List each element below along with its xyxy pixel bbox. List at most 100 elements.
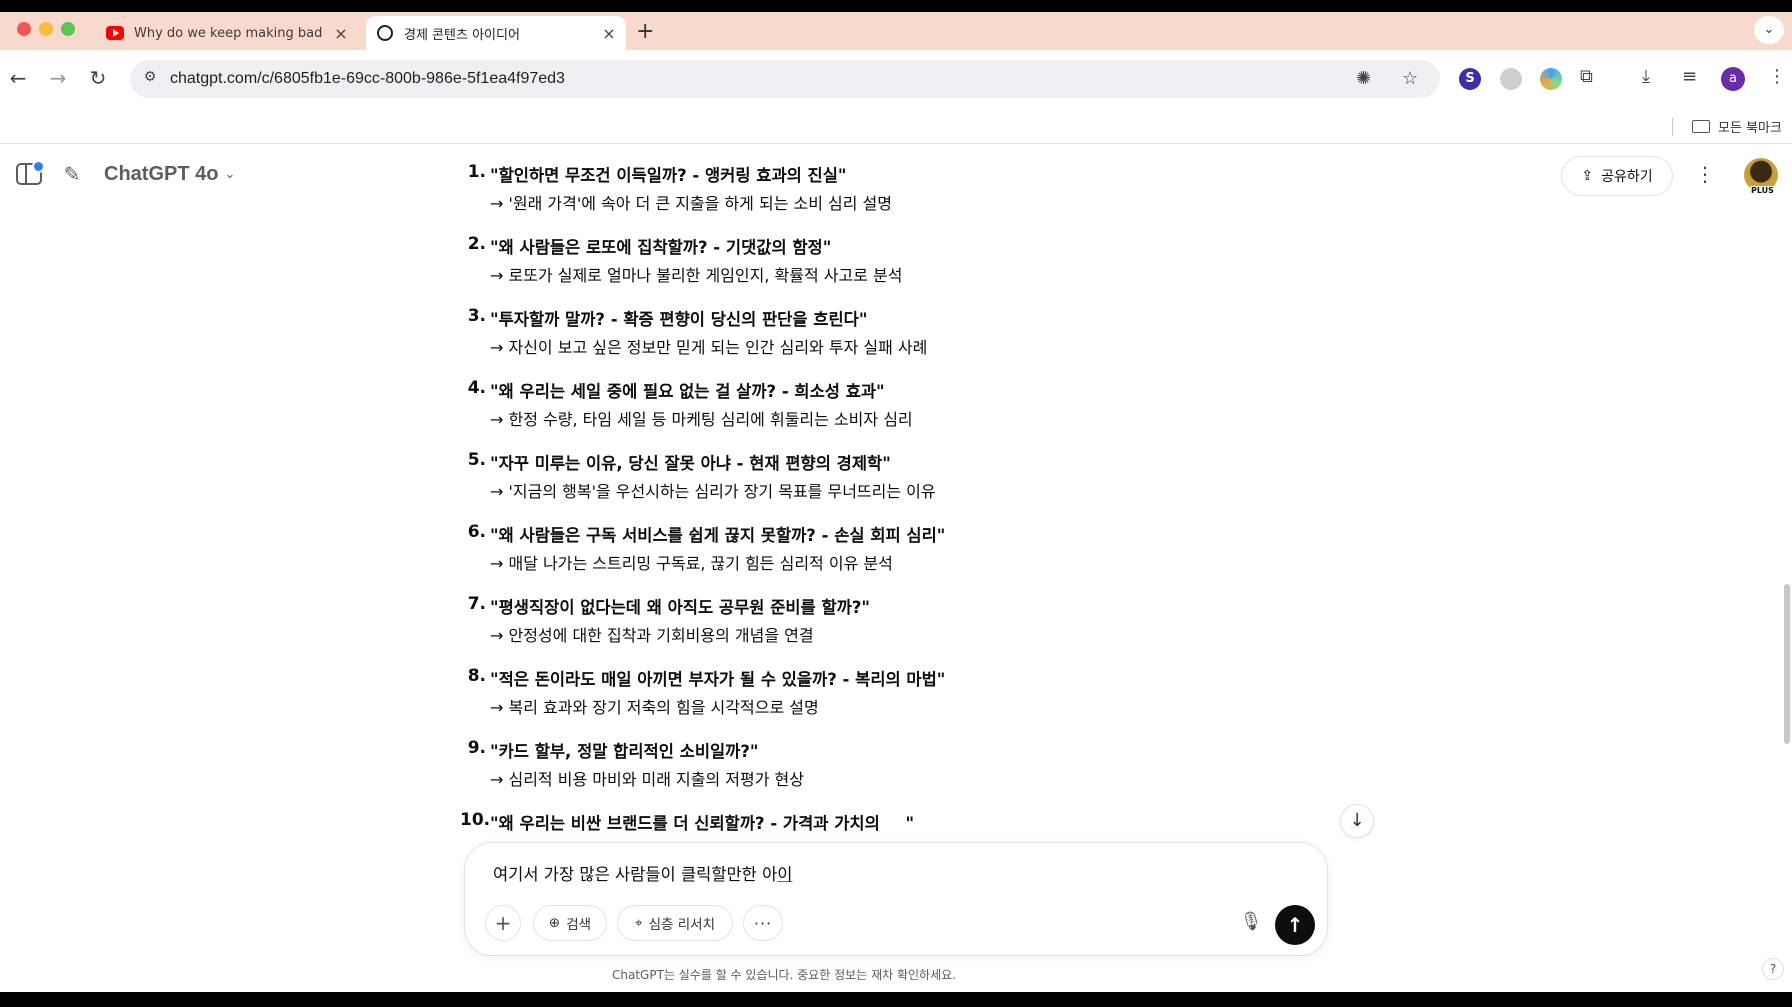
- header-left: ✎ ChatGPT 4o ⌄: [16, 160, 235, 186]
- message-composer[interactable]: 여기서 가장 많은 사람들이 클릭할만한 아이 + ⊕ 검색 ⌖ 심층 리서치 …: [464, 842, 1328, 956]
- share-label: 공유하기: [1601, 169, 1653, 185]
- item-title: "왜 우리는 비싼 브랜드를 더 신뢰할까? - 가격과 가치의 ": [490, 810, 914, 834]
- window-maximize-button[interactable]: [61, 22, 75, 36]
- extension-color-icon[interactable]: [1540, 68, 1562, 90]
- download-icon[interactable]: ⤓: [1642, 66, 1650, 87]
- item-description: → 안정성에 대한 집착과 기회비용의 개념을 연결: [490, 626, 814, 645]
- telescope-icon: ⌖: [634, 915, 643, 931]
- tab-youtube[interactable]: Why do we keep making bad ×: [96, 16, 358, 50]
- item-number: 2.: [467, 234, 486, 254]
- item-description: → 복리 효과와 장기 저축의 힘을 시각적으로 설명: [490, 698, 819, 717]
- bookmarks-divider: [1672, 118, 1673, 136]
- openai-icon[interactable]: ✺: [1356, 68, 1371, 89]
- browser-menu-icon[interactable]: ⋮: [1768, 66, 1786, 87]
- item-title: "평생직장이 없다는데 왜 아직도 공무원 준비를 할까?": [490, 598, 871, 617]
- item-title: "적은 돈이라도 매일 아끼면 부자가 될 수 있을까? - 복리의 마법": [490, 670, 946, 689]
- item-number: 10.: [460, 810, 491, 830]
- bookmark-folder-label: 모든 북마크: [1718, 121, 1782, 136]
- item-number: 3.: [467, 306, 486, 326]
- item-title: "왜 사람들은 로또에 집착할까? - 기댓값의 함정": [490, 238, 832, 257]
- globe-icon: ⊕: [548, 915, 561, 931]
- prompt-input[interactable]: 여기서 가장 많은 사람들이 클릭할만한 아이: [493, 861, 792, 885]
- search-button[interactable]: ⊕ 검색: [533, 905, 607, 941]
- item-number: 9.: [467, 738, 486, 758]
- microphone-icon[interactable]: 🎙: [1239, 911, 1263, 932]
- item-number: 6.: [467, 522, 486, 542]
- tab-search-chevron-icon[interactable]: ⌄: [1754, 16, 1784, 44]
- window-minimize-button[interactable]: [39, 22, 53, 36]
- scrollbar[interactable]: [1784, 584, 1790, 744]
- site-settings-icon[interactable]: ⚙: [140, 69, 160, 89]
- item-description: → 자신이 보고 싶은 정보만 믿게 되는 인간 심리와 투자 실패 사례: [490, 338, 928, 357]
- item-number: 4.: [467, 378, 486, 398]
- tab-title: Why do we keep making bad: [134, 25, 323, 41]
- extension-s-icon[interactable]: S: [1459, 68, 1481, 90]
- item-title: "왜 사람들은 구독 서비스를 쉽게 끊지 못할까? - 손실 회피 심리": [490, 526, 946, 545]
- share-icon: ⇪: [1581, 168, 1594, 184]
- item-title: "카드 할부, 정말 합리적인 소비일까?": [490, 742, 759, 761]
- tab-bar: Why do we keep making bad × 경제 콘텐츠 아이디어 …: [0, 12, 1792, 50]
- chatgpt-icon: [376, 25, 394, 41]
- chevron-down-icon[interactable]: ⌄: [224, 167, 235, 182]
- plan-badge: PLUS: [1749, 186, 1776, 195]
- browser-toolbar: ← → ↻ ⚙ chatgpt.com/c/6805fb1e-69cc-800b…: [0, 50, 1792, 108]
- item-number: 7.: [467, 594, 486, 614]
- search-label: 검색: [566, 917, 592, 933]
- arrow-up-icon: ↑: [1286, 913, 1304, 937]
- deep-research-button[interactable]: ⌖ 심층 리서치: [617, 905, 733, 941]
- disclaimer-text: ChatGPT는 실수를 할 수 있습니다. 중요한 정보는 재차 확인하세요.: [612, 968, 956, 982]
- item-number: 8.: [467, 666, 486, 686]
- chatgpt-page: ✎ ChatGPT 4o ⌄ ⇪ 공유하기 ⋮ PLUS 1. "할인하면 무조…: [0, 144, 1792, 992]
- item-title: "자꾸 미루는 이유, 당신 잘못 아냐 - 현재 편향의 경제학": [490, 454, 891, 473]
- item-title-tail: ": [905, 814, 915, 833]
- item-description: → 매달 나가는 스트리밍 구독료, 끊기 힘든 심리적 이유 분석: [490, 554, 893, 573]
- help-icon[interactable]: ?: [1762, 958, 1784, 980]
- item-description: → '지금의 행복'을 우선시하는 심리가 장기 목표를 무너뜨리는 이유: [490, 482, 936, 501]
- bookmark-star-icon[interactable]: ☆: [1402, 68, 1418, 89]
- item-description: → 로또가 실제로 얼마나 불리한 게임인지, 확률적 사고로 분석: [490, 266, 903, 285]
- more-options-icon[interactable]: ⋮: [1695, 162, 1715, 186]
- model-selector[interactable]: ChatGPT 4o: [104, 163, 218, 186]
- youtube-icon: [106, 26, 124, 40]
- tab-close-icon[interactable]: ×: [330, 24, 352, 43]
- media-controls-icon[interactable]: ≡: [1682, 66, 1697, 87]
- ellipsis-icon: ···: [753, 913, 773, 933]
- reload-icon[interactable]: ↻: [86, 66, 110, 90]
- extension-play-icon[interactable]: [1500, 68, 1522, 90]
- item-description: → 한정 수량, 타임 세일 등 마케팅 심리에 휘둘리는 소비자 심리: [490, 410, 913, 429]
- url-text[interactable]: chatgpt.com/c/6805fb1e-69cc-800b-986e-5f…: [170, 70, 565, 88]
- sidebar-toggle-icon[interactable]: [16, 160, 45, 185]
- address-bar[interactable]: ⚙ chatgpt.com/c/6805fb1e-69cc-800b-986e-…: [130, 60, 1440, 98]
- research-label: 심층 리서치: [648, 917, 715, 933]
- profile-avatar[interactable]: a: [1721, 67, 1745, 91]
- scroll-to-bottom-button[interactable]: ↓: [1340, 804, 1374, 838]
- all-bookmarks-folder[interactable]: 모든 북마크: [1692, 117, 1782, 136]
- tab-close-icon[interactable]: ×: [598, 24, 620, 43]
- new-tab-button[interactable]: +: [636, 20, 654, 44]
- back-arrow-icon[interactable]: ←: [6, 66, 30, 90]
- tab-title: 경제 콘텐츠 아이디어: [404, 27, 520, 43]
- item-description: → '원래 가격'에 속아 더 큰 지출을 하게 되는 소비 심리 설명: [490, 194, 892, 213]
- attach-button[interactable]: +: [485, 905, 521, 941]
- window-close-button[interactable]: [17, 22, 31, 36]
- item-description: → 심리적 비용 마비와 미래 지출의 저평가 현상: [490, 770, 804, 789]
- item-title-text: "왜 우리는 비싼 브랜드를 더 신뢰할까? - 가격과 가치의: [490, 814, 886, 833]
- forward-arrow-icon[interactable]: →: [46, 66, 70, 90]
- folder-icon: [1692, 120, 1710, 133]
- send-button[interactable]: ↑: [1275, 905, 1315, 945]
- prompt-composing-text: 이: [777, 865, 793, 884]
- arrow-down-icon: ↓: [1349, 810, 1365, 831]
- plus-icon: +: [494, 911, 512, 935]
- item-title: "왜 우리는 세일 중에 필요 없는 걸 살까? - 희소성 효과": [490, 382, 885, 401]
- extensions-puzzle-icon[interactable]: ⧉: [1580, 66, 1593, 87]
- item-number: 1.: [467, 162, 486, 182]
- item-title: "할인하면 무조건 이득일까? - 앵커링 효과의 진실": [490, 166, 847, 185]
- more-tools-button[interactable]: ···: [743, 905, 783, 941]
- new-chat-icon[interactable]: ✎: [60, 162, 84, 186]
- prompt-text: 여기서 가장 많은 사람들이 클릭할만한 아: [493, 865, 778, 884]
- item-number: 5.: [467, 450, 486, 470]
- item-title: "투자할까 말까? - 확증 편향이 당신의 판단을 흐린다": [490, 310, 868, 329]
- share-button[interactable]: ⇪ 공유하기: [1561, 156, 1673, 196]
- tab-chatgpt[interactable]: 경제 콘텐츠 아이디어 ×: [366, 16, 626, 50]
- bookmarks-bar: 모든 북마크: [0, 108, 1792, 144]
